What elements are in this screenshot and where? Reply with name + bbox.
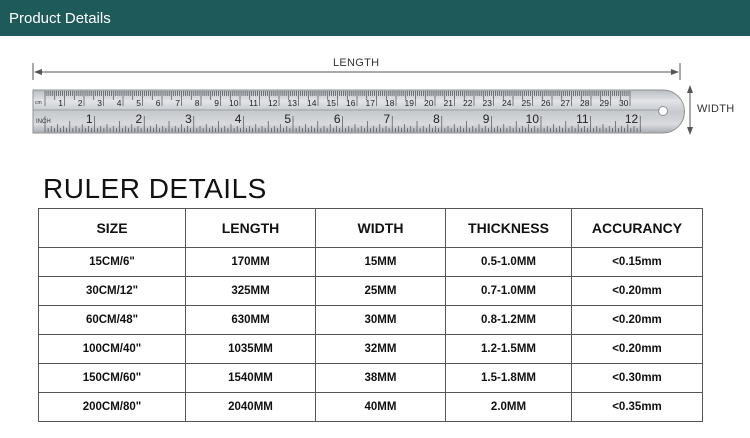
table-row: 15CM/6" 170MM 15MM 0.5-1.0MM <0.15mm [38, 247, 703, 277]
header-accurancy: ACCURANCY [571, 208, 703, 248]
cm-label: 9 [214, 98, 219, 108]
ruler-diagram: 1 2 3 4 5 6 7 8 9 10 11 12 13 14 15 16 17 18 19 20 21 22 23 24 2… [32, 63, 693, 135]
cm-label: 24 [502, 98, 512, 108]
cell-size: 150CM/60" [38, 363, 186, 393]
length-dimension-label: LENGTH [330, 57, 383, 69]
cell-accurancy: <0.20mm [571, 276, 703, 306]
cm-label: 2 [78, 98, 83, 108]
cm-label: 25 [522, 98, 532, 108]
inch-label: 6 [334, 112, 341, 126]
length-arrow-left-head [34, 69, 42, 75]
cm-label: 22 [463, 98, 473, 108]
header-size: SIZE [38, 208, 186, 248]
cell-thickness: 1.2-1.5MM [445, 334, 572, 364]
inch-label: 12 [625, 112, 639, 126]
inch-label: 7 [384, 112, 391, 126]
cm-label: 27 [561, 98, 571, 108]
table-row: 150CM/60" 1540MM 38MM 1.5-1.8MM <0.30mm [38, 363, 703, 393]
cell-length: 2040MM [185, 392, 316, 422]
cell-accurancy: <0.35mm [571, 392, 703, 422]
width-arrow-bottom-head [687, 127, 693, 135]
cm-label: 7 [175, 98, 180, 108]
ruler-hang-hole [658, 106, 668, 116]
cm-label: 3 [97, 98, 102, 108]
cm-label: 4 [117, 98, 122, 108]
cm-label: 28 [580, 98, 590, 108]
cell-thickness: 1.5-1.8MM [445, 363, 572, 393]
length-arrow-right-head [671, 69, 679, 75]
cm-label: 12 [268, 98, 278, 108]
cell-width: 30MM [315, 305, 446, 335]
inch-label: 1 [86, 112, 93, 126]
cm-label: 1 [58, 98, 63, 108]
inch-label: 2 [136, 112, 143, 126]
cell-thickness: 0.7-1.0MM [445, 276, 572, 306]
cm-label: 13 [288, 98, 298, 108]
cm-label: 17 [366, 98, 376, 108]
cell-size: 100CM/40" [38, 334, 186, 364]
inch-label: 4 [235, 112, 242, 126]
table-row: 60CM/48" 630MM 30MM 0.8-1.2MM <0.20mm [38, 305, 703, 335]
cm-label: 16 [346, 98, 356, 108]
cm-label: 14 [307, 98, 317, 108]
cell-thickness: 0.5-1.0MM [445, 247, 572, 277]
cell-accurancy: <0.30mm [571, 363, 703, 393]
inch-label: 8 [433, 112, 440, 126]
cell-size: 30CM/12" [38, 276, 186, 306]
table-row: 100CM/40" 1035MM 32MM 1.2-1.5MM <0.20mm [38, 334, 703, 364]
cm-label: 8 [195, 98, 200, 108]
cell-accurancy: <0.20mm [571, 305, 703, 335]
inch-label: 10 [526, 112, 540, 126]
cell-size: 60CM/48" [38, 305, 186, 335]
header-length: LENGTH [185, 208, 316, 248]
table-row: 30CM/12" 325MM 25MM 0.7-1.0MM <0.20mm [38, 276, 703, 306]
cm-label: 10 [229, 98, 239, 108]
cell-length: 1035MM [185, 334, 316, 364]
cm-scale-prefix: cm [35, 100, 42, 106]
cell-width: 15MM [315, 247, 446, 277]
cm-label: 30 [619, 98, 629, 108]
table-header-row: SIZE LENGTH WIDTH THICKNESS ACCURANCY [38, 208, 703, 248]
cm-label: 21 [444, 98, 454, 108]
cell-thickness: 0.8-1.2MM [445, 305, 572, 335]
cell-width: 38MM [315, 363, 446, 393]
header-thickness: THICKNESS [445, 208, 572, 248]
cm-label: 6 [156, 98, 161, 108]
inch-label: 11 [576, 112, 589, 126]
inch-scale-prefix: INCH [36, 119, 51, 125]
cell-length: 1540MM [185, 363, 316, 393]
inch-label: 9 [483, 112, 490, 126]
cm-label: 15 [327, 98, 337, 108]
cell-accurancy: <0.20mm [571, 334, 703, 364]
cm-label: 26 [541, 98, 551, 108]
cell-length: 325MM [185, 276, 316, 306]
cell-length: 630MM [185, 305, 316, 335]
cm-label: 18 [385, 98, 395, 108]
cell-length: 170MM [185, 247, 316, 277]
section-title: RULER DETAILS [43, 173, 267, 204]
cm-label: 20 [424, 98, 434, 108]
ruler-details-table: SIZE LENGTH WIDTH THICKNESS ACCURANCY 15… [38, 208, 703, 422]
cell-thickness: 2.0MM [445, 392, 572, 422]
cm-label: 23 [483, 98, 493, 108]
inch-label: 5 [284, 112, 291, 126]
cm-label: 11 [249, 98, 258, 108]
width-dimension-label: WIDTH [696, 103, 736, 115]
cm-label: 19 [405, 98, 415, 108]
cell-width: 40MM [315, 392, 446, 422]
table-row: 200CM/80" 2040MM 40MM 2.0MM <0.35mm [38, 392, 703, 422]
cell-accurancy: <0.15mm [571, 247, 703, 277]
cell-size: 15CM/6" [38, 247, 186, 277]
cm-label: 29 [600, 98, 610, 108]
header-width: WIDTH [315, 208, 446, 248]
cell-width: 32MM [315, 334, 446, 364]
cell-size: 200CM/80" [38, 392, 186, 422]
cell-width: 25MM [315, 276, 446, 306]
cm-label: 5 [136, 98, 141, 108]
width-arrow-top-head [687, 85, 693, 93]
inch-label: 3 [185, 112, 192, 126]
